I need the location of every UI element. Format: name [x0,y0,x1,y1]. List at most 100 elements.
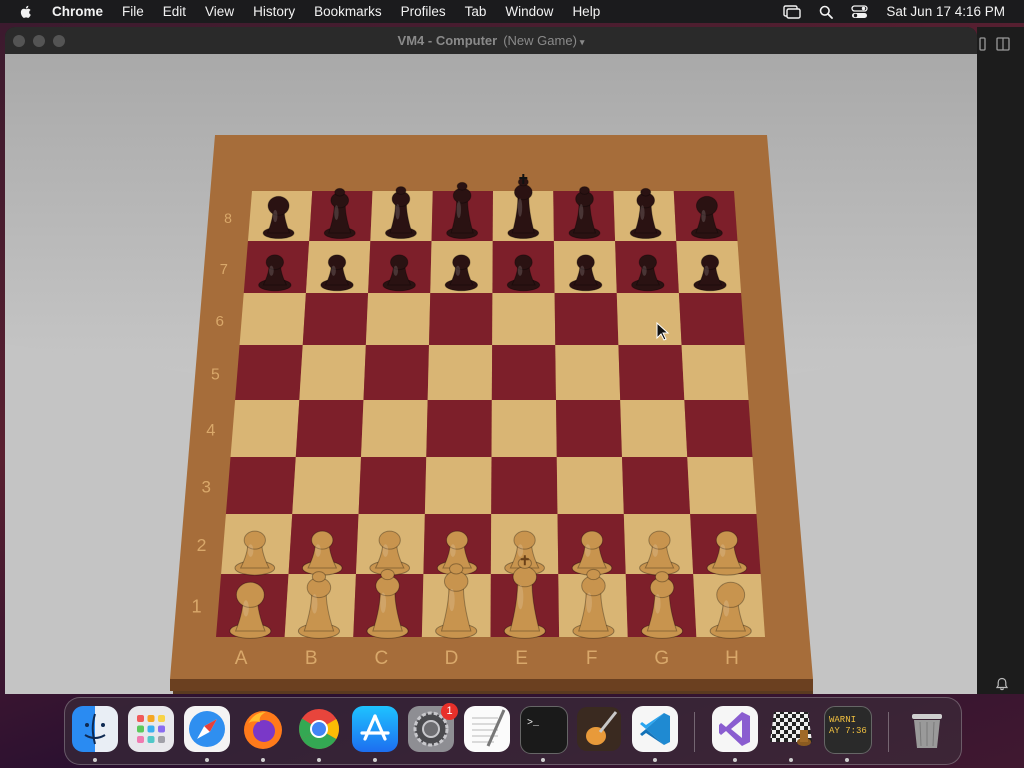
square-c5[interactable] [363,345,429,400]
menu-history[interactable]: History [253,4,295,19]
square-h6[interactable] [678,293,745,345]
running-indicator [733,758,737,762]
square-g6[interactable] [616,293,682,345]
square-f4[interactable] [556,400,622,457]
safari-icon[interactable] [184,706,230,752]
menu-tab[interactable]: Tab [465,4,487,19]
square-g3[interactable] [621,457,691,514]
console-icon[interactable]: WARNI AY 7:36 [824,706,872,754]
file-label-a: A [235,648,248,669]
square-e3[interactable] [491,457,558,514]
menu-bookmarks[interactable]: Bookmarks [314,4,382,19]
square-f6[interactable] [554,293,619,345]
rank-label-2: 2 [197,535,207,555]
square-c6[interactable] [365,293,431,345]
launchpad-icon[interactable] [128,706,174,752]
square-d3[interactable] [424,457,492,514]
menu-bar: Chrome File Edit View History Bookmarks … [0,0,1024,23]
file-label-g: G [654,648,669,669]
menu-profiles[interactable]: Profiles [401,4,446,19]
menu-window[interactable]: Window [505,4,553,19]
menu-view[interactable]: View [205,4,234,19]
square-e6[interactable] [492,293,556,345]
square-e5[interactable] [491,345,557,400]
running-indicator [261,758,265,762]
rank-label-7: 7 [220,262,228,278]
sidebar-toggle-icon[interactable] [977,35,1017,55]
rank-label-1: 1 [191,597,201,617]
console-text-line2: AY 7:36 [829,726,867,736]
square-e4[interactable] [491,400,557,457]
close-button[interactable] [13,35,25,47]
side-panel [977,27,1024,694]
square-b5[interactable] [299,345,366,400]
apple-menu-icon[interactable] [18,4,34,20]
file-label-b: B [305,648,318,669]
square-h3[interactable] [687,457,757,514]
file-label-d: D [445,648,459,669]
file-label-e: E [515,648,528,669]
vscode-icon[interactable] [632,706,678,752]
notification-bell-icon[interactable] [995,677,1009,691]
square-c4[interactable] [361,400,428,457]
finder-icon[interactable] [72,706,118,752]
rank-label-8: 8 [224,210,232,226]
file-label-h: H [725,648,739,669]
terminal-icon[interactable]: >_ [520,706,568,754]
square-d5[interactable] [427,345,493,400]
board-squares[interactable] [216,191,765,637]
menu-app-name[interactable]: Chrome [52,4,103,19]
settings-badge: 1 [441,703,458,720]
square-g4[interactable] [620,400,688,457]
screen-mirroring-icon[interactable] [783,4,802,19]
console-text-line1: WARNI [829,715,857,725]
square-b3[interactable] [292,457,362,514]
chess-scene[interactable]: A B C D E F G H 8 7 6 5 4 3 2 1 [5,54,977,694]
control-center-icon[interactable] [851,4,869,19]
svg-text:>_: >_ [527,718,540,729]
square-a3[interactable] [225,457,296,514]
menu-clock[interactable]: Sat Jun 17 4:16 PM [886,4,1005,19]
menu-file[interactable]: File [122,4,144,19]
menu-edit[interactable]: Edit [163,4,186,19]
square-h5[interactable] [681,345,749,400]
square-b6[interactable] [302,293,369,345]
app-store-icon[interactable] [352,706,398,752]
chrome-icon[interactable] [296,706,342,752]
chess-app-icon[interactable] [768,706,814,752]
menu-help[interactable]: Help [572,4,600,19]
visual-studio-icon[interactable] [712,706,758,752]
square-a6[interactable] [239,293,306,345]
running-indicator [789,758,793,762]
firefox-icon[interactable] [240,706,286,752]
square-h4[interactable] [684,400,753,457]
rank-label-4: 4 [206,422,215,440]
spotlight-search-icon[interactable] [819,5,834,19]
square-f5[interactable] [555,345,621,400]
rank-label-3: 3 [201,478,210,497]
square-d4[interactable] [426,400,492,457]
square-g5[interactable] [618,345,685,400]
textedit-icon[interactable] [464,706,510,752]
square-a5[interactable] [235,345,303,400]
square-f3[interactable] [556,457,624,514]
chess-window: VM4 - Computer (New Game) ▾ A B C D E F G H 8 7 6 5 4… [5,27,977,694]
square-a4[interactable] [230,400,300,457]
rank-label-6: 6 [215,313,223,330]
chevron-down-icon[interactable]: ▾ [580,37,585,47]
zoom-button[interactable] [53,35,65,47]
trash-icon[interactable] [904,706,950,752]
window-title-subtitle[interactable]: (New Game) [503,33,577,48]
garageband-icon[interactable] [576,706,622,752]
dock-divider [694,712,695,752]
square-b4[interactable] [295,400,364,457]
minimize-button[interactable] [33,35,45,47]
file-label-f: F [586,648,598,669]
running-indicator [845,758,849,762]
square-d6[interactable] [428,293,493,345]
chess-board-view[interactable]: A B C D E F G H 8 7 6 5 4 3 2 1 [5,54,977,694]
window-title: VM4 - Computer (New Game) ▾ [398,33,585,48]
window-title-bar[interactable]: VM4 - Computer (New Game) ▾ [5,27,977,54]
square-c3[interactable] [358,457,427,514]
running-indicator [653,758,657,762]
